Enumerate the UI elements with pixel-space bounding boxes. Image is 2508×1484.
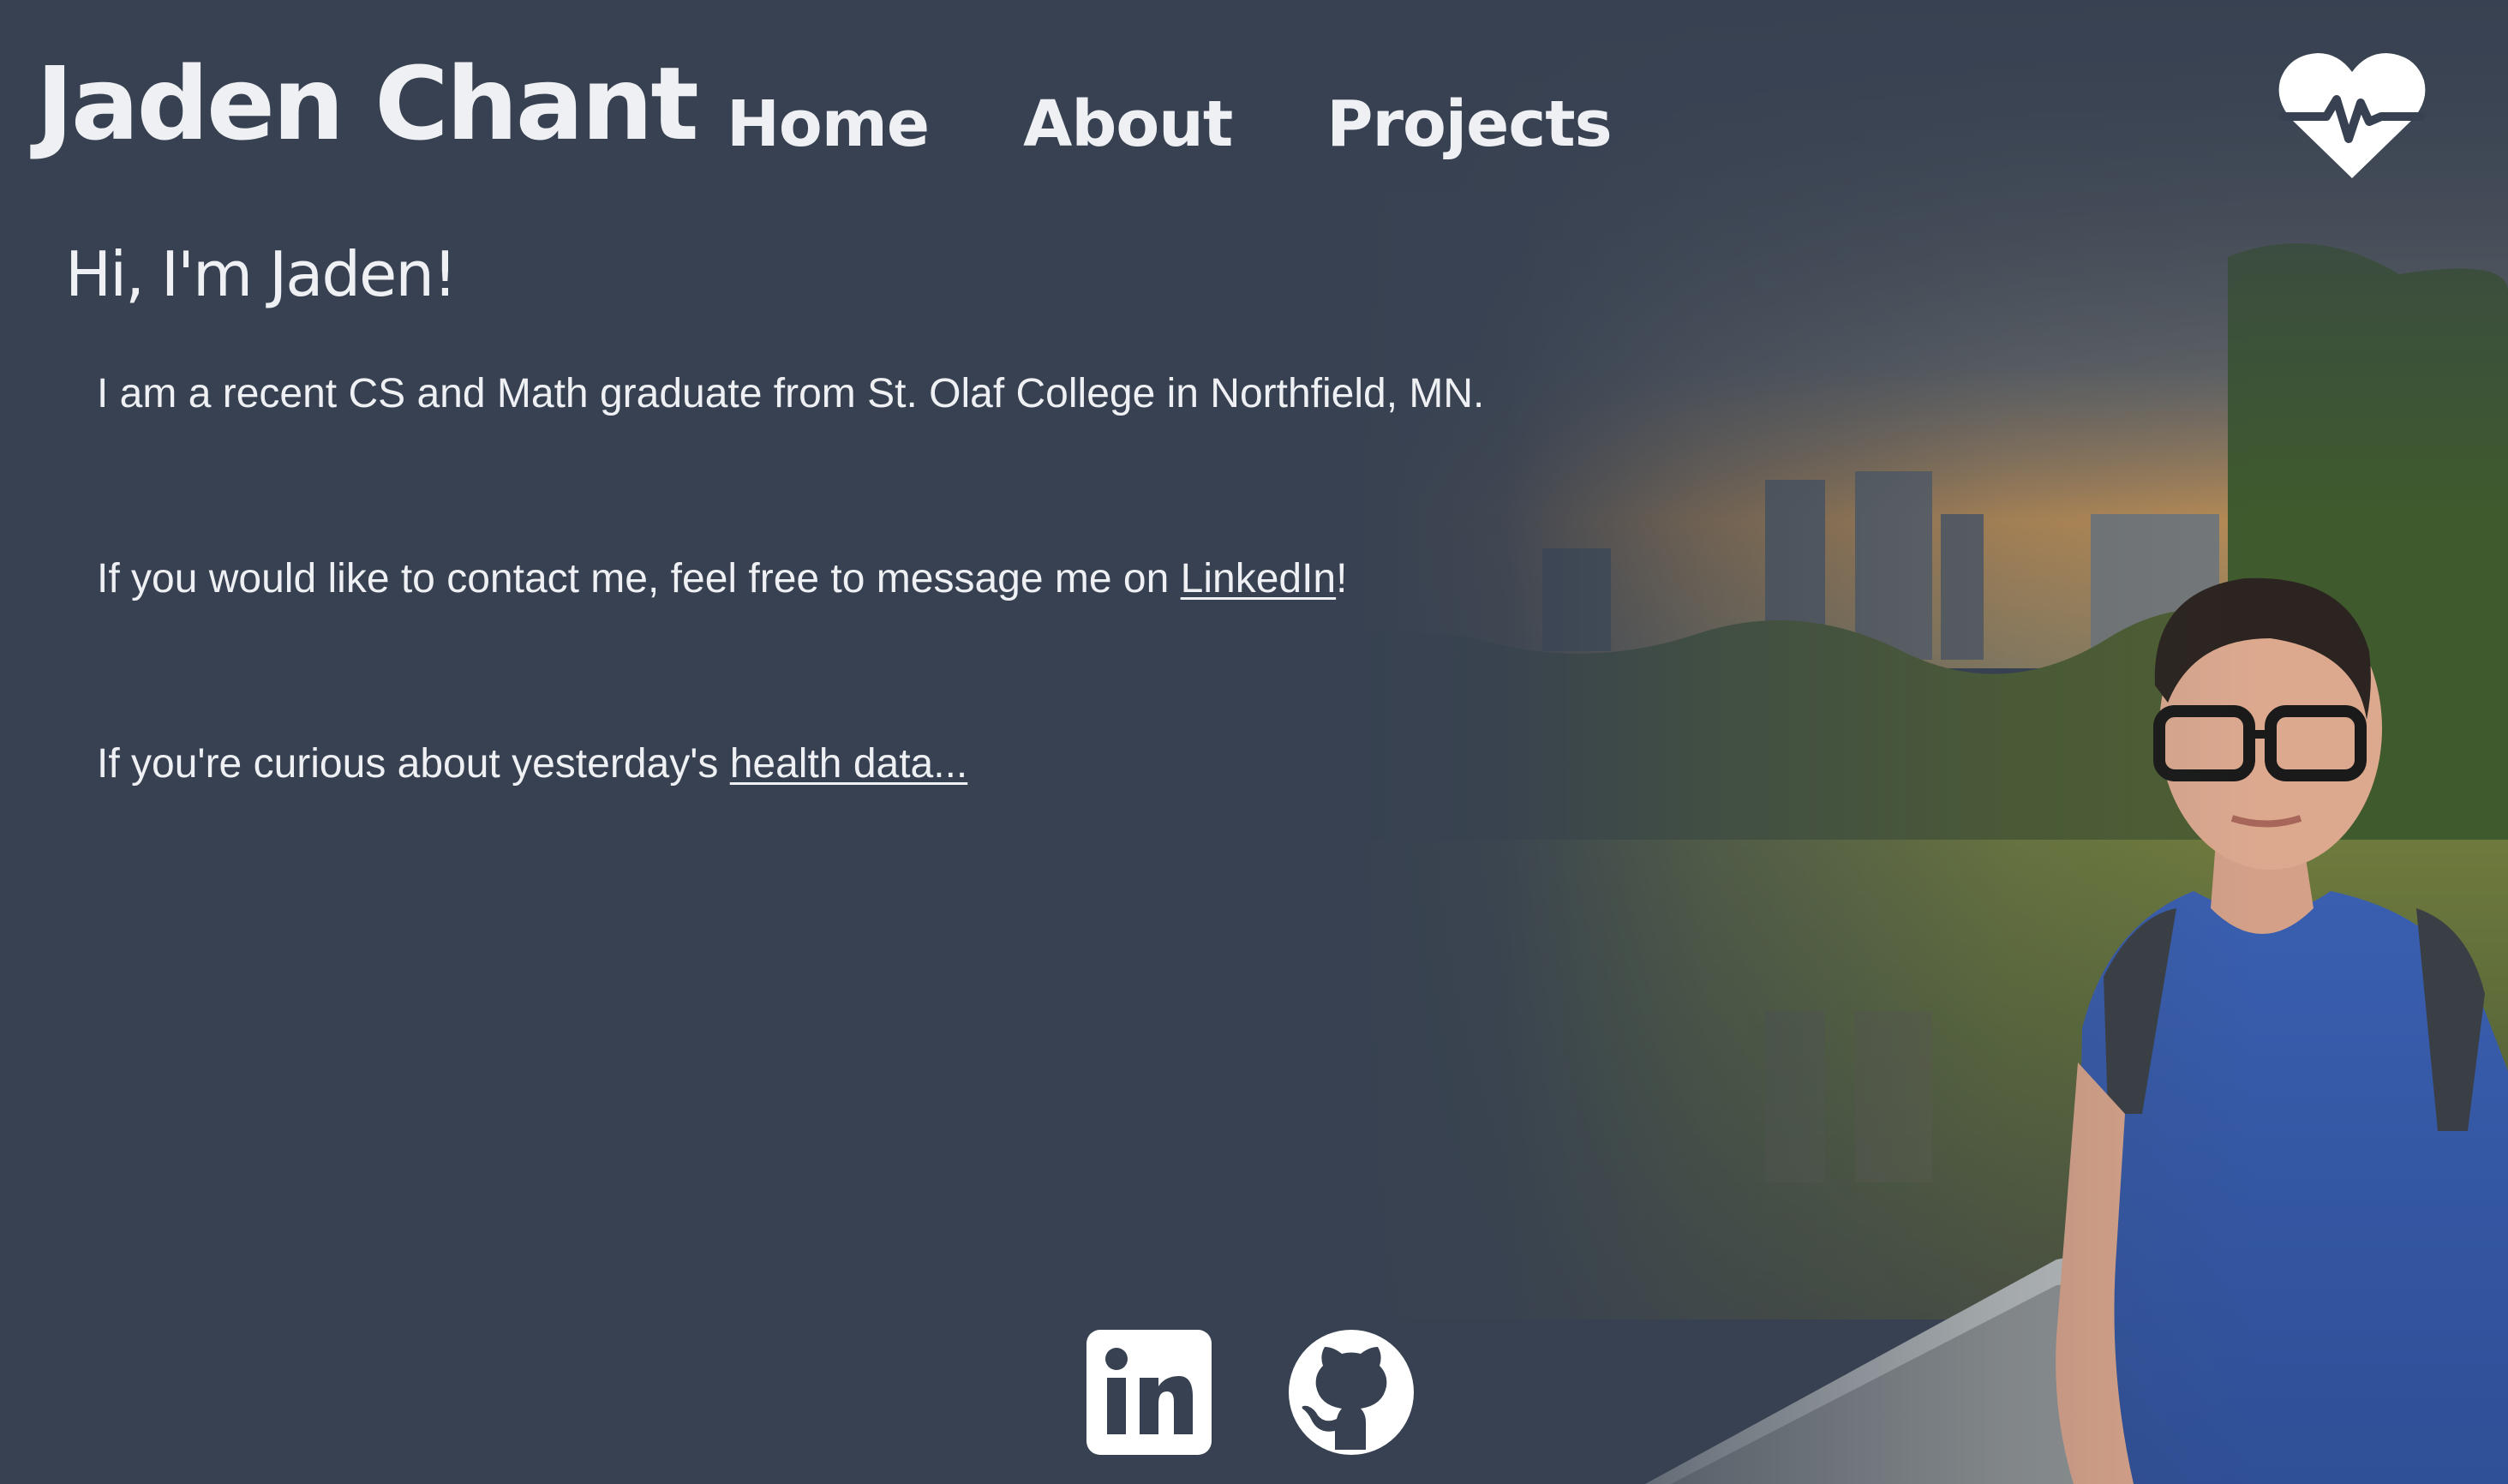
intro-text-content: I am a recent CS and Math graduate from … (97, 371, 1485, 416)
health-text: If you're curious about yesterday's heal… (97, 744, 967, 785)
page: Jaden Chant Home About Projects Hi, I'm … (0, 0, 2508, 1484)
main-nav: Home About Projects (727, 93, 1613, 156)
contact-text: If you would like to contact me, feel fr… (97, 559, 1347, 600)
background-photo-graphic (1285, 0, 2508, 1484)
greeting-heading: Hi, I'm Jaden! (65, 238, 458, 310)
nav-projects[interactable]: Projects (1326, 93, 1612, 156)
linkedin-icon[interactable] (1086, 1330, 1212, 1455)
nav-about[interactable]: About (1023, 93, 1233, 156)
social-links (1086, 1330, 1414, 1455)
background-photo (1285, 0, 2508, 1484)
github-icon[interactable] (1289, 1330, 1414, 1455)
heart-pulse-icon[interactable] (2275, 50, 2429, 187)
health-data-link[interactable]: health data... (730, 741, 968, 787)
contact-text-suffix: ! (1336, 556, 1348, 601)
linkedin-link[interactable]: LinkedIn (1181, 556, 1336, 601)
nav-home[interactable]: Home (727, 93, 930, 156)
intro-text: I am a recent CS and Math graduate from … (97, 374, 1484, 415)
site-title[interactable]: Jaden Chant (36, 53, 699, 154)
contact-text-prefix: If you would like to contact me, feel fr… (97, 556, 1181, 601)
health-text-prefix: If you're curious about yesterday's (97, 741, 730, 787)
